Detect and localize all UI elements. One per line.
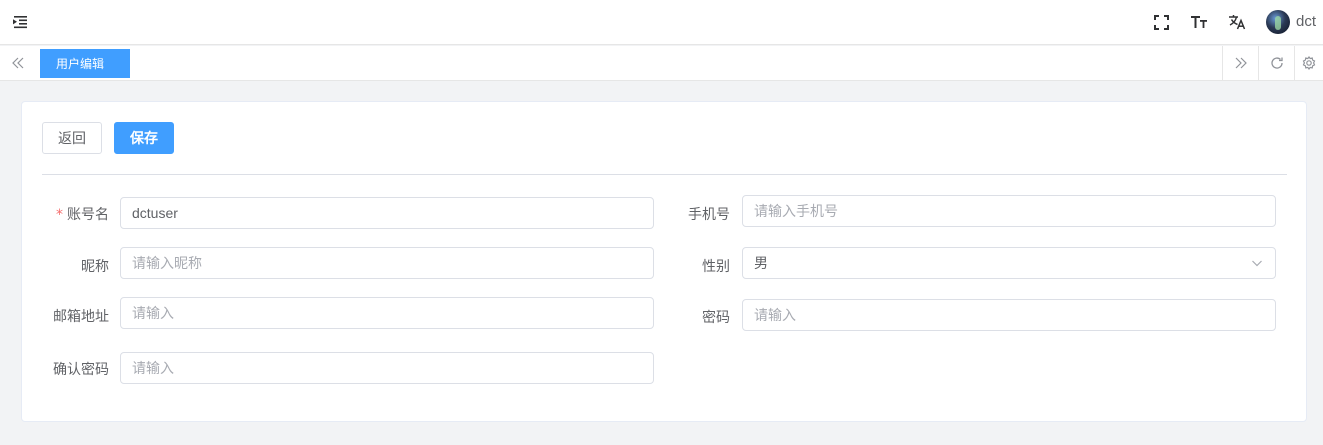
email-label: 邮箱地址 (53, 309, 109, 325)
account-label: * 账号名 (56, 207, 109, 223)
phone-label: 手机号 (688, 207, 730, 223)
avatar[interactable] (1266, 10, 1290, 34)
username[interactable]: dct (1296, 13, 1316, 30)
chevron-down-icon (1251, 257, 1263, 273)
nickname-input[interactable] (120, 247, 654, 279)
gender-select[interactable]: 男 (742, 247, 1276, 279)
gender-label: 性别 (702, 259, 730, 275)
tags-bar: 用户编辑 (0, 46, 1323, 81)
password-label: 密码 (702, 310, 730, 326)
password-input[interactable] (742, 299, 1276, 331)
top-navbar: dct (0, 0, 1323, 45)
required-mark: * (56, 207, 63, 223)
menu-toggle-icon[interactable] (10, 12, 30, 32)
user-edit-card: 返回 保存 *账号名 手机号 昵称 性别 男 邮箱地址 密码 确认密码 (21, 101, 1307, 422)
email-input[interactable] (120, 297, 654, 329)
font-size-icon[interactable] (1189, 12, 1209, 32)
nickname-label: 昵称 (81, 259, 109, 275)
refresh-icon[interactable] (1258, 46, 1294, 80)
settings-gear-icon[interactable] (1294, 46, 1323, 80)
tab-user-edit[interactable]: 用户编辑 (40, 49, 130, 78)
phone-input[interactable] (742, 195, 1276, 227)
save-button[interactable]: 保存 (114, 122, 174, 154)
confirm-password-label: 确认密码 (53, 362, 109, 378)
scroll-left-icon[interactable] (0, 46, 36, 80)
scroll-right-icon[interactable] (1222, 46, 1258, 80)
divider (42, 174, 1287, 175)
translate-icon[interactable] (1227, 12, 1247, 32)
back-button[interactable]: 返回 (42, 122, 102, 154)
gender-value: 男 (754, 256, 768, 272)
account-input[interactable] (120, 197, 654, 229)
confirm-password-input[interactable] (120, 352, 654, 384)
tab-label: 用户编辑 (56, 57, 105, 71)
fullscreen-icon[interactable] (1151, 12, 1171, 32)
